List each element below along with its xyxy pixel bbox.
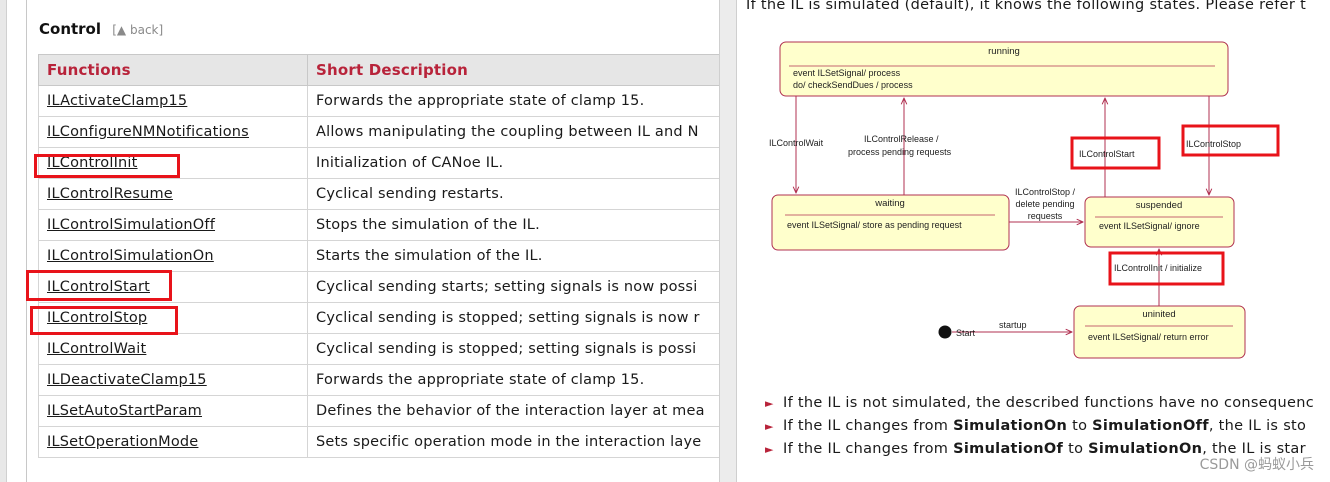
state-uninited: uninited event ILSetSignal/ return error — [1073, 305, 1246, 359]
function-description: Cyclical sending starts; setting signals… — [307, 271, 720, 303]
bullet-bold-term: SimulationOn — [953, 418, 1068, 434]
column-header-description: Short Description — [307, 54, 720, 86]
label-stopdel-line1: ILControlStop / — [1015, 187, 1076, 197]
function-description: Defines the behavior of the interaction … — [307, 395, 720, 427]
state-suspended-entry: event ILSetSignal/ ignore — [1099, 221, 1200, 231]
table-row: ILDeactivateClamp15 Forwards the appropri… — [38, 364, 720, 396]
left-margin-line — [26, 0, 27, 482]
state-waiting-entry: event ILSetSignal/ store as pending requ… — [787, 220, 962, 230]
highlight-box-ilcontrolstart — [26, 270, 172, 301]
label-startup: startup — [999, 320, 1027, 330]
bullet-text: to — [1063, 441, 1089, 457]
function-description: Stops the simulation of the IL. — [307, 209, 720, 241]
function-link[interactable]: ILSetAutoStartParam — [47, 403, 202, 419]
function-link[interactable]: ILActivateClamp15 — [47, 93, 187, 109]
label-ilcontrolwait: ILControlWait — [769, 138, 824, 148]
pane-divider[interactable] — [719, 0, 737, 482]
state-suspended-name: suspended — [1136, 200, 1182, 211]
bullet-arrow-icon: ► — [765, 420, 774, 433]
label-stopdel-line2: delete pending — [1015, 199, 1074, 209]
label-release-line2: process pending requests — [848, 147, 952, 157]
bullet-text: If the IL changes from — [783, 441, 954, 457]
functions-table: Functions Short Description ILActivateCl… — [38, 54, 720, 458]
bullet-bold-term: SimulationOff — [1092, 418, 1209, 434]
table-row: ILSetOperationMode Sets specific operatio… — [38, 426, 720, 458]
table-row: ILControlSimulationOn Starts the simulati… — [38, 240, 720, 272]
label-stopdel-line3: requests — [1028, 211, 1063, 221]
highlight-box-ilcontrolstop — [30, 306, 178, 335]
state-running-entry2: do/ checkSendDues / process — [793, 80, 913, 90]
bullet-bold-term: SimulationOf — [953, 441, 1064, 457]
state-diagram-pane: If the IL is simulated (default), it kno… — [737, 0, 1330, 482]
il-state-diagram: running event ILSetSignal/ process do/ c… — [769, 41, 1280, 359]
function-reference-pane: Control [▲ back] Functions Short Descrip… — [0, 0, 720, 482]
function-description: Cyclical sending is stopped; setting sig… — [307, 302, 720, 334]
table-row: ILSetAutoStartParam Defines the behavior … — [38, 395, 720, 427]
function-description: Cyclical sending is stopped; setting sig… — [307, 333, 720, 365]
bullet-text: to — [1067, 418, 1093, 434]
label-ilcontrolstart: ILControlStart — [1079, 149, 1135, 159]
bullet-text: , the IL is sto — [1208, 418, 1307, 434]
bullet-text: If the IL is not simulated, the describe… — [783, 395, 1314, 411]
label-release-line1: ILControlRelease / — [864, 134, 939, 144]
function-description: Initialization of CANoe IL. — [307, 147, 720, 179]
function-link[interactable]: ILControlResume — [47, 186, 173, 202]
table-row: ILControlResume Cyclical sending restarts… — [38, 178, 720, 210]
function-link[interactable]: ILControlSimulationOn — [47, 248, 214, 264]
state-running: running event ILSetSignal/ process do/ c… — [779, 41, 1229, 97]
function-link[interactable]: ILConfigureNMNotifications — [47, 124, 249, 140]
bullet-arrow-icon: ► — [765, 397, 774, 410]
function-description: Sets specific operation mode in the inte… — [307, 426, 720, 458]
table-row: ILActivateClamp15 Forwards the appropriat… — [38, 85, 720, 117]
bullet-text: If the IL changes from — [783, 418, 954, 434]
function-link[interactable]: ILSetOperationMode — [47, 434, 198, 450]
label-ilcontrolinit: ILControlInit / initialize — [1114, 263, 1202, 273]
state-waiting-name: waiting — [874, 198, 905, 209]
function-description: Allows manipulating the coupling between… — [307, 116, 720, 148]
function-description: Forwards the appropriate state of clamp … — [307, 364, 720, 396]
label-ilcontrolstop: ILControlStop — [1186, 139, 1241, 149]
table-header-row: Functions Short Description — [38, 54, 720, 86]
bullet-bold-term: SimulationOn — [1088, 441, 1203, 457]
column-header-functions: Functions — [38, 54, 308, 86]
section-title: Control — [39, 20, 102, 38]
section-heading: Control [▲ back] — [39, 20, 163, 38]
function-link[interactable]: ILDeactivateClamp15 — [47, 372, 207, 388]
bullet-arrow-icon: ► — [765, 443, 774, 456]
function-description: Forwards the appropriate state of clamp … — [307, 85, 720, 117]
state-running-name: running — [988, 46, 1020, 57]
state-uninited-name: uninited — [1142, 309, 1175, 320]
left-scroll-edge — [0, 0, 7, 482]
table-row: ILControlSimulationOff Stops the simulati… — [38, 209, 720, 241]
highlight-box-ilcontrolinit — [34, 154, 180, 178]
function-link[interactable]: ILControlSimulationOff — [47, 217, 215, 233]
watermark: CSDN @蚂蚁小兵 — [1199, 457, 1314, 473]
function-link[interactable]: ILControlWait — [47, 341, 146, 357]
initial-state-dot — [938, 325, 952, 339]
state-suspended: suspended event ILSetSignal/ ignore — [1084, 196, 1235, 248]
state-waiting: waiting event ILSetSignal/ store as pend… — [771, 194, 1010, 251]
state-uninited-entry: event ILSetSignal/ return error — [1088, 332, 1209, 342]
bullet-item: ► If the IL is not simulated, the describ… — [765, 395, 1314, 411]
bullet-item: ► If the IL changes from SimulationOn to … — [765, 418, 1306, 434]
back-link[interactable]: [▲ back] — [112, 23, 163, 37]
state-running-entry1: event ILSetSignal/ process — [793, 68, 901, 78]
start-node-label: Start — [956, 328, 976, 338]
table-row: ILControlWait Cyclical sending is stopped… — [38, 333, 720, 365]
function-description: Starts the simulation of the IL. — [307, 240, 720, 272]
function-description: Cyclical sending restarts. — [307, 178, 720, 210]
table-row: ILConfigureNMNotifications Allows manipul… — [38, 116, 720, 148]
